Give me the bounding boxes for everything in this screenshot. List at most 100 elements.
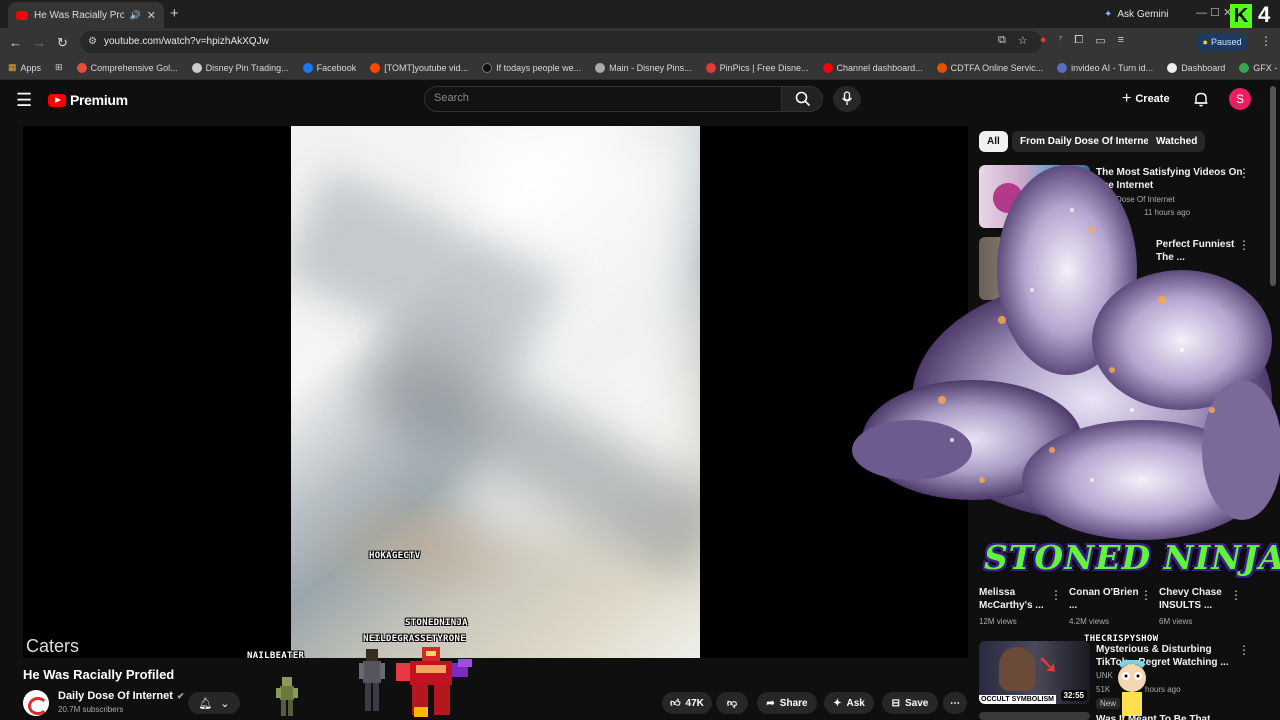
bookmark-label: invideo AI - Turn id... [1071, 62, 1154, 73]
tiktok-icon [482, 62, 493, 73]
save-label: Save [905, 697, 929, 709]
dislike-button[interactable]: 👎︎ [716, 692, 748, 714]
red-arrow-icon: ➘ [1037, 649, 1059, 679]
ask-gemini-label: Ask Gemini [1117, 8, 1169, 20]
back-arrow-icon[interactable]: ← [9, 35, 22, 50]
save-button[interactable]: ⊟ Save [882, 692, 938, 714]
create-button[interactable]: + Create [1122, 89, 1170, 109]
sparkle-icon: ✦ [833, 697, 842, 709]
tab-groups-icon[interactable]: ⊞ [55, 62, 63, 73]
share-label: Share [779, 697, 808, 709]
reload-icon[interactable]: ↻ [57, 35, 68, 51]
share-arrow-icon: ➦ [766, 697, 775, 709]
zombie-sprite [276, 677, 298, 716]
browser-menu-icon[interactable]: ⋮ [1260, 34, 1272, 48]
bookmark-item[interactable]: invideo AI - Turn id... [1057, 62, 1154, 73]
more-options-icon[interactable]: ⋮ [1230, 588, 1242, 602]
rick-sprite [1118, 660, 1146, 716]
ask-button[interactable]: ✦ Ask [824, 692, 874, 714]
window-controls[interactable]: — ☐ ✕ [1196, 6, 1232, 19]
video-frame[interactable] [291, 126, 700, 658]
channel-avatar[interactable] [23, 690, 49, 716]
short-views: 4.2M views [1069, 617, 1110, 626]
short-title[interactable]: Chevy Chase INSULTS ... [1159, 586, 1231, 612]
bookmark-item[interactable]: GFX - Google Drive [1239, 62, 1280, 73]
chip-from-channel[interactable]: From Daily Dose Of Internet [1012, 131, 1161, 152]
url-text[interactable]: youtube.com/watch?v=hpizhAkXQJw [104, 36, 269, 47]
account-avatar[interactable]: S [1229, 88, 1251, 110]
extension-blue-icon[interactable]: ⁷ [1058, 34, 1062, 47]
bookmark-item[interactable]: Channel dashboard... [822, 62, 923, 73]
more-options-icon[interactable]: ⋮ [1050, 588, 1062, 602]
bookmark-label: Apps [20, 62, 42, 73]
viewer-name-overlay: NEILDEGRASSETYRONE [363, 634, 466, 644]
recommended-title[interactable]: Was It Meant To Be That [1096, 713, 1210, 720]
verified-check-icon: ✔ [176, 690, 185, 701]
ask-gemini-button[interactable]: ✦ Ask Gemini [1104, 5, 1169, 23]
browser-tab[interactable]: He Was Racially Profiled - Y 🔊 ✕ [8, 2, 164, 28]
speaker-icon[interactable]: 🔊 [130, 10, 141, 21]
ninja-sprite [359, 649, 385, 711]
bookmark-item[interactable]: Dashboard [1167, 62, 1225, 73]
bookmark-star-icon[interactable]: ☆ [1018, 34, 1028, 47]
install-app-icon[interactable]: ⧉ [998, 34, 1006, 47]
side-panel-icon[interactable]: ▭ [1095, 34, 1105, 47]
bookmark-item[interactable]: [TOMT]youtube vid... [370, 62, 468, 73]
search-icon [795, 91, 811, 107]
bookmark-item[interactable]: PinPics | Free Disne... [705, 62, 809, 73]
channel-name[interactable]: Daily Dose Of Internet ✔ [58, 690, 184, 702]
chip-watched[interactable]: Watched [1148, 131, 1206, 152]
voice-search-button[interactable] [833, 86, 861, 112]
search-button[interactable] [781, 86, 823, 112]
extensions-puzzle-icon[interactable]: ⧠ [1074, 34, 1083, 47]
caters-watermark: Caters [26, 636, 80, 656]
channel-name-text: Daily Dose Of Internet [58, 690, 173, 702]
notifications-bell-icon[interactable] [1193, 91, 1209, 107]
weed-bud-overlay-image [852, 165, 1280, 540]
bookmark-favicon-icon [76, 62, 87, 73]
more-options-icon[interactable]: ⋮ [1140, 588, 1152, 602]
bookmark-item[interactable]: ▦ Apps [8, 62, 41, 73]
reddit-icon [370, 62, 381, 73]
more-options-icon[interactable]: ⋮ [1238, 643, 1250, 657]
bookmark-label: If todays people we... [496, 62, 582, 73]
browser-tab-bar [0, 0, 1280, 28]
bookmark-item[interactable]: CDTFA Online Servic... [936, 62, 1043, 73]
viewer-name-overlay: NAILBEATER [247, 651, 305, 661]
profile-paused-button[interactable]: ● Paused [1196, 33, 1248, 51]
thumbs-down-icon: 👎︎ [726, 698, 738, 709]
bookmark-favicon-icon [595, 62, 606, 73]
gemini-sparkle-icon: ✦ [1104, 8, 1113, 20]
bookmark-item[interactable]: Facebook [302, 62, 356, 73]
bookmark-item[interactable]: Main - Disney Pins... [595, 62, 692, 73]
share-button[interactable]: ➦ Share [757, 692, 817, 714]
bookmark-item[interactable]: Disney Pin Trading... [191, 62, 289, 73]
more-actions-button[interactable]: ⋯ [943, 692, 967, 714]
chip-all[interactable]: All [979, 131, 1008, 152]
new-tab-button[interactable]: + [170, 5, 179, 22]
kick-number: 4 [1258, 2, 1271, 27]
subscription-bell-button[interactable]: 🔔︎ ⌄ [188, 692, 240, 714]
recommended-channel: UNK [1096, 671, 1113, 680]
bookmark-item[interactable]: If todays people we... [482, 62, 582, 73]
like-button[interactable]: 👍︎ 47K [662, 692, 712, 714]
thumbs-up-icon: 👍︎ [670, 698, 681, 709]
close-tab-icon[interactable]: ✕ [147, 9, 156, 22]
short-title[interactable]: Melissa McCarthy's ... [979, 586, 1059, 612]
bookmark-favicon-icon [191, 62, 202, 73]
extension-red-icon[interactable]: ● [1040, 34, 1047, 47]
more-horizontal-icon: ⋯ [950, 697, 960, 709]
viewer-name-overlay: STONEDNINJA [405, 618, 468, 628]
forward-arrow-icon[interactable]: → [33, 35, 46, 50]
youtube-premium-logo[interactable]: Premium [48, 92, 128, 108]
reading-list-icon[interactable]: ≡ [1118, 34, 1124, 47]
bookmark-item[interactable]: Comprehensive Gol... [76, 62, 178, 73]
stoned-ninja-overlay-text: STONED NINJA [984, 538, 1280, 577]
video-thumbnail[interactable]: ➘ OCCULT SYMBOLISM 32:55 [979, 641, 1090, 704]
site-info-icon[interactable]: ⚙ [88, 36, 97, 47]
hamburger-menu-icon[interactable]: ☰ [16, 90, 32, 111]
short-title[interactable]: Conan O'Brien ... [1069, 586, 1141, 612]
video-thumbnail[interactable] [979, 712, 1090, 720]
bookmark-label: Channel dashboard... [836, 62, 923, 73]
search-input[interactable] [424, 86, 782, 112]
